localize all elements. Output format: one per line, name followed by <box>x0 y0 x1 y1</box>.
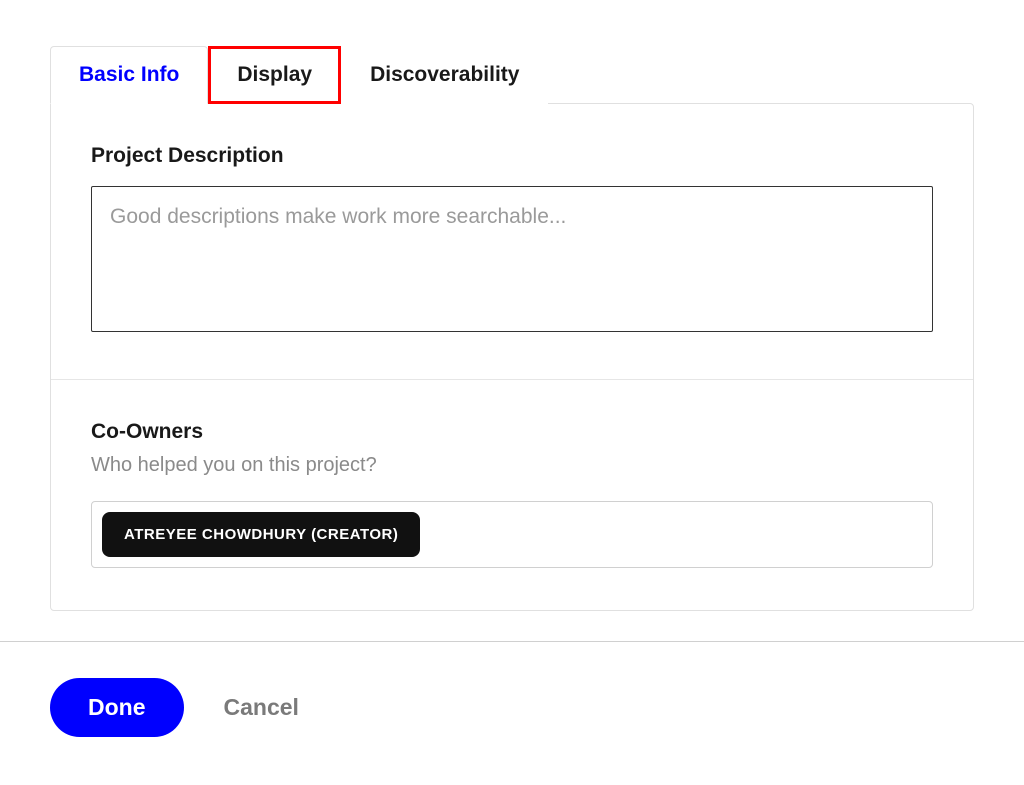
project-description-section: Project Description <box>51 104 973 379</box>
coowner-chip[interactable]: ATREYEE CHOWDHURY (CREATOR) <box>102 512 420 557</box>
project-description-input[interactable] <box>91 186 933 332</box>
tabs: Basic Info Display Discoverability <box>50 45 974 103</box>
coowners-label: Co-Owners <box>91 420 933 444</box>
coowners-input[interactable]: ATREYEE CHOWDHURY (CREATOR) <box>91 501 933 568</box>
tab-basic-info[interactable]: Basic Info <box>50 46 208 104</box>
tab-discoverability[interactable]: Discoverability <box>341 46 548 104</box>
done-button[interactable]: Done <box>50 678 184 737</box>
settings-panel: Project Description Co-Owners Who helped… <box>50 103 974 611</box>
action-bar: Done Cancel <box>0 642 1024 773</box>
coowners-subtitle: Who helped you on this project? <box>91 454 933 477</box>
project-description-label: Project Description <box>91 144 933 168</box>
cancel-button[interactable]: Cancel <box>224 694 299 721</box>
tab-display[interactable]: Display <box>208 46 341 104</box>
coowners-section: Co-Owners Who helped you on this project… <box>51 379 973 610</box>
